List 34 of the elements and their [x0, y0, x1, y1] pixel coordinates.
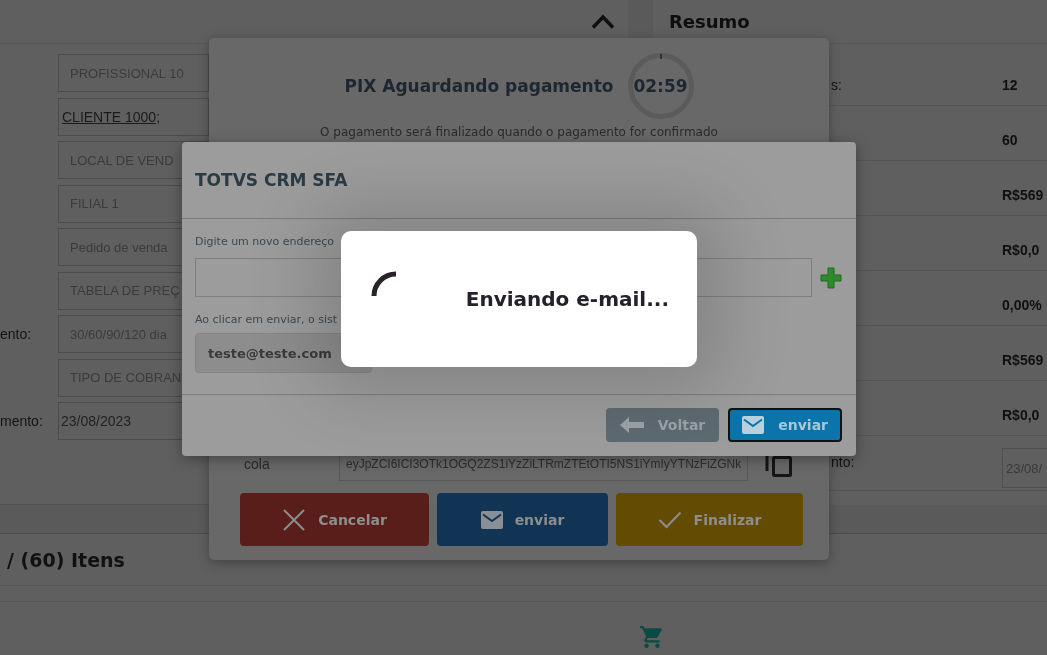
plus-icon[interactable]	[820, 266, 842, 289]
send-button[interactable]: enviar	[728, 408, 842, 442]
summary-value: R$0,0	[1002, 406, 1040, 424]
send-button[interactable]: enviar	[437, 493, 608, 546]
arrow-left-icon	[619, 417, 644, 433]
chevron-up-icon[interactable]	[591, 14, 615, 29]
timer-ring-icon	[627, 53, 694, 119]
summary-label: nto:	[831, 453, 855, 471]
summary-value: 60	[1002, 131, 1018, 149]
countdown-timer: 02:59	[633, 76, 688, 96]
back-button[interactable]: Voltar	[605, 408, 720, 442]
section-title: / (60) Itens	[7, 548, 125, 571]
cancel-button[interactable]: Cancelar	[240, 493, 429, 546]
finish-button[interactable]: Finalizar	[616, 493, 803, 546]
spinner-icon	[371, 271, 397, 297]
summary-value: R$569	[1002, 351, 1044, 369]
cart-icon[interactable]	[640, 626, 664, 648]
summary-value: R$569	[1002, 186, 1044, 204]
loading-message: Enviando e-mail...	[465, 287, 669, 311]
envelope-icon	[480, 510, 503, 529]
field-label: cola	[244, 456, 271, 472]
summary-value: R$0,0	[1002, 241, 1040, 259]
dialog-title: PIX Aguardando pagamento	[344, 76, 614, 96]
panel-title: Resumo	[669, 11, 750, 32]
summary-label: s:	[831, 76, 842, 94]
payment-message: O pagamento será finalizado quando o pagamento for confirmado	[320, 125, 718, 140]
client-link[interactable]: CLIENTE 1000;	[62, 108, 161, 125]
close-icon	[282, 507, 307, 532]
check-icon	[657, 510, 682, 529]
envelope-icon	[742, 416, 765, 434]
summary-value: 12	[1002, 76, 1018, 94]
field-label: mento:	[0, 413, 43, 429]
summary-value: 0,00%	[1002, 296, 1042, 314]
field-label: ento:	[0, 326, 32, 342]
